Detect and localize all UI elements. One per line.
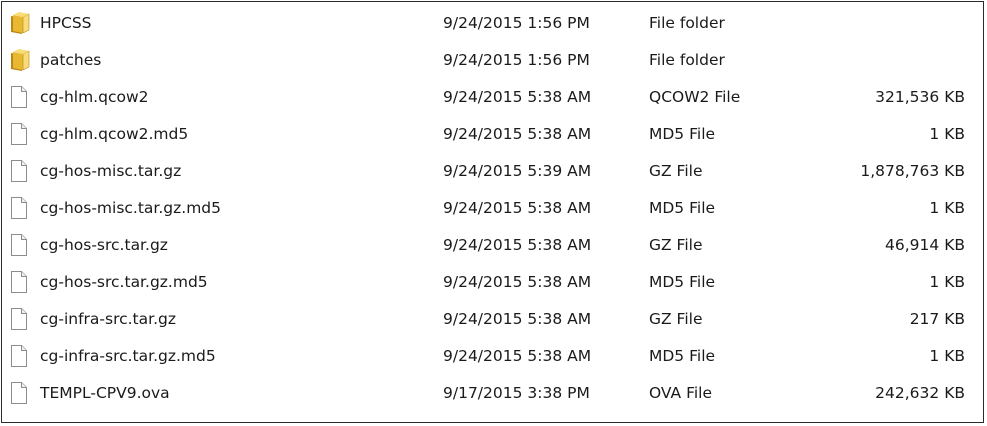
date-modified: 9/24/2015 5:38 AM — [443, 310, 592, 328]
file-icon — [10, 190, 32, 227]
file-icon — [10, 301, 32, 338]
file-row[interactable]: cg-hos-misc.tar.gz 9/24/2015 5:39 AM GZ … — [2, 153, 983, 190]
file-name: cg-hlm.qcow2.md5 — [40, 125, 189, 143]
file-name: cg-hos-src.tar.gz.md5 — [40, 273, 208, 291]
file-type: MD5 File — [649, 347, 716, 365]
file-type: File folder — [649, 14, 725, 32]
file-name: cg-hlm.qcow2 — [40, 88, 149, 106]
file-type: GZ File — [649, 162, 703, 180]
file-icon — [10, 227, 32, 264]
file-type: MD5 File — [649, 199, 716, 217]
file-row[interactable]: patches 9/24/2015 1:56 PM File folder — [2, 42, 983, 79]
file-type: GZ File — [649, 236, 703, 254]
file-size: 1 KB — [929, 273, 965, 291]
file-size: 321,536 KB — [875, 88, 965, 106]
date-modified: 9/24/2015 5:38 AM — [443, 88, 592, 106]
file-type: File folder — [649, 51, 725, 69]
folder-icon — [10, 5, 32, 42]
file-type: OVA File — [649, 384, 713, 402]
date-modified: 9/24/2015 5:39 AM — [443, 162, 592, 180]
date-modified: 9/17/2015 3:38 PM — [443, 384, 590, 402]
file-name: cg-infra-src.tar.gz.md5 — [40, 347, 216, 365]
file-name: cg-hos-misc.tar.gz.md5 — [40, 199, 222, 217]
file-name: HPCSS — [40, 14, 92, 32]
file-row[interactable]: cg-infra-src.tar.gz 9/24/2015 5:38 AM GZ… — [2, 301, 983, 338]
file-type: MD5 File — [649, 125, 716, 143]
file-name: TEMPL-CPV9.ova — [40, 384, 170, 402]
date-modified: 9/24/2015 5:38 AM — [443, 347, 592, 365]
file-name: cg-hos-misc.tar.gz — [40, 162, 182, 180]
file-row[interactable]: cg-infra-src.tar.gz.md5 9/24/2015 5:38 A… — [2, 338, 983, 375]
file-type: MD5 File — [649, 273, 716, 291]
date-modified: 9/24/2015 1:56 PM — [443, 14, 590, 32]
file-name: patches — [40, 51, 102, 69]
file-icon — [10, 375, 32, 412]
date-modified: 9/24/2015 1:56 PM — [443, 51, 590, 69]
file-row[interactable]: TEMPL-CPV9.ova 9/17/2015 3:38 PM OVA Fil… — [2, 375, 983, 412]
date-modified: 9/24/2015 5:38 AM — [443, 236, 592, 254]
file-size: 46,914 KB — [885, 236, 965, 254]
file-size: 1 KB — [929, 125, 965, 143]
file-icon — [10, 264, 32, 301]
file-row[interactable]: cg-hlm.qcow2.md5 9/24/2015 5:38 AM MD5 F… — [2, 116, 983, 153]
date-modified: 9/24/2015 5:38 AM — [443, 125, 592, 143]
file-list: HPCSS 9/24/2015 1:56 PM File folder patc… — [2, 5, 983, 412]
file-row[interactable]: HPCSS 9/24/2015 1:56 PM File folder — [2, 5, 983, 42]
file-icon — [10, 153, 32, 190]
file-row[interactable]: cg-hos-src.tar.gz.md5 9/24/2015 5:38 AM … — [2, 264, 983, 301]
file-row[interactable]: cg-hos-src.tar.gz 9/24/2015 5:38 AM GZ F… — [2, 227, 983, 264]
file-list-window: HPCSS 9/24/2015 1:56 PM File folder patc… — [1, 1, 984, 423]
date-modified: 9/24/2015 5:38 AM — [443, 199, 592, 217]
file-size: 1 KB — [929, 199, 965, 217]
file-size: 242,632 KB — [875, 384, 965, 402]
file-size: 1 KB — [929, 347, 965, 365]
file-type: QCOW2 File — [649, 88, 741, 106]
file-size: 1,878,763 KB — [860, 162, 965, 180]
file-row[interactable]: cg-hlm.qcow2 9/24/2015 5:38 AM QCOW2 Fil… — [2, 79, 983, 116]
date-modified: 9/24/2015 5:38 AM — [443, 273, 592, 291]
folder-icon — [10, 42, 32, 79]
file-icon — [10, 116, 32, 153]
file-icon — [10, 79, 32, 116]
file-size: 217 KB — [909, 310, 965, 328]
file-icon — [10, 338, 32, 375]
file-row[interactable]: cg-hos-misc.tar.gz.md5 9/24/2015 5:38 AM… — [2, 190, 983, 227]
file-name: cg-hos-src.tar.gz — [40, 236, 168, 254]
file-name: cg-infra-src.tar.gz — [40, 310, 176, 328]
file-type: GZ File — [649, 310, 703, 328]
